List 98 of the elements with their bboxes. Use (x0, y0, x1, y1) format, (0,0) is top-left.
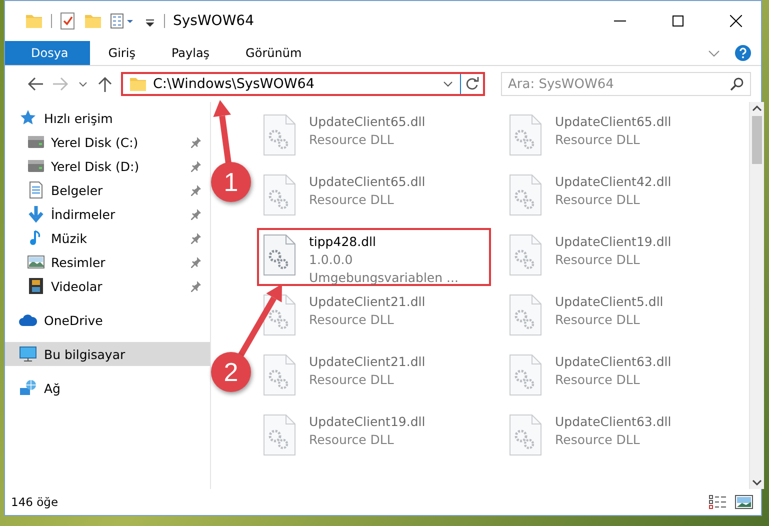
file-item[interactable]: UpdateClient42.dll Resource DLL (503, 168, 737, 226)
document-icon (27, 181, 45, 199)
dll-file-icon (509, 114, 543, 156)
navigation-item[interactable]: İndirmeler (5, 202, 210, 226)
scrollbar-thumb[interactable] (752, 116, 762, 164)
file-name: UpdateClient63.dll (555, 354, 672, 370)
file-item[interactable]: UpdateClient19.dll Resource DLL (257, 408, 491, 466)
file-item[interactable]: UpdateClient19.dll Resource DLL (503, 228, 737, 286)
ribbon-tab[interactable]: Görünüm (228, 41, 320, 65)
file-detail: Resource DLL (309, 432, 395, 448)
navigation-item[interactable]: Belgeler (5, 178, 210, 202)
file-detail: Resource DLL (309, 132, 395, 148)
dll-file-icon (509, 294, 543, 336)
file-name: UpdateClient21.dll (309, 354, 426, 370)
close-icon[interactable] (730, 15, 742, 27)
navigation-item[interactable]: OneDrive (5, 308, 210, 332)
item-count: 146 öğe (11, 495, 58, 509)
video-icon (27, 277, 45, 295)
file-name: UpdateClient65.dll (309, 174, 426, 190)
file-item[interactable]: UpdateClient63.dll Resource DLL (503, 408, 737, 466)
maximize-icon[interactable] (672, 15, 684, 27)
ribbon-tab[interactable]: Dosya (5, 41, 90, 65)
file-name: UpdateClient21.dll (309, 294, 426, 310)
file-name: UpdateClient19.dll (555, 234, 672, 250)
file-detail: 1.0.0.0 (309, 252, 354, 268)
file-name: UpdateClient19.dll (309, 414, 426, 430)
file-item[interactable]: UpdateClient21.dll Resource DLL (257, 348, 491, 406)
pin-icon[interactable] (190, 232, 202, 244)
dll-file-icon (509, 174, 543, 216)
file-item[interactable]: UpdateClient65.dll Resource DLL (257, 108, 491, 166)
file-name: UpdateClient63.dll (555, 414, 672, 430)
navigation-item[interactable]: Yerel Disk (D:) (5, 154, 210, 178)
dll-file-icon (509, 414, 543, 456)
dll-file-icon (263, 414, 297, 456)
search-icon[interactable] (730, 77, 744, 91)
details-view-icon[interactable] (709, 495, 727, 509)
navigation-item[interactable]: Hızlı erişim (5, 106, 210, 130)
properties-icon[interactable] (60, 12, 76, 30)
recent-locations-button[interactable] (77, 80, 89, 88)
file-item[interactable]: tipp428.dll 1.0.0.0 Umgebungsvariablen ... (257, 228, 491, 286)
dll-file-icon (263, 354, 297, 396)
file-name: tipp428.dll (309, 234, 377, 250)
download-icon (27, 205, 45, 223)
dll-file-icon (263, 114, 297, 156)
dll-file-icon (509, 234, 543, 276)
large-icons-view-icon[interactable] (735, 495, 753, 509)
file-detail: Resource DLL (309, 312, 395, 328)
pin-icon[interactable] (190, 208, 202, 220)
file-item[interactable]: UpdateClient21.dll Resource DLL (257, 288, 491, 346)
navigation-item[interactable]: Ağ (5, 376, 210, 400)
file-item[interactable]: UpdateClient65.dll Resource DLL (503, 108, 737, 166)
chevron-down-icon[interactable] (752, 480, 762, 486)
file-detail: Resource DLL (555, 432, 641, 448)
pin-icon[interactable] (190, 256, 202, 268)
file-item[interactable]: UpdateClient5.dll Resource DLL (503, 288, 737, 346)
file-detail: Umgebungsvariablen ... (309, 270, 458, 286)
file-detail: Resource DLL (309, 192, 395, 208)
pin-icon[interactable] (190, 136, 202, 148)
pin-icon[interactable] (190, 280, 202, 292)
dll-file-icon (509, 354, 543, 396)
view-options-icon[interactable] (110, 12, 136, 30)
file-detail: Resource DLL (555, 132, 641, 148)
help-icon[interactable] (735, 45, 751, 61)
navigation-item[interactable]: Resimler (5, 250, 210, 274)
window-title: SysWOW64 (173, 13, 254, 29)
pin-icon[interactable] (190, 160, 202, 172)
ribbon-tab[interactable]: Giriş (90, 41, 154, 65)
ribbon-tab[interactable]: Paylaş (153, 41, 228, 65)
navigation-item[interactable]: Müzik (5, 226, 210, 250)
star-icon (19, 109, 37, 127)
file-name: UpdateClient65.dll (309, 114, 426, 130)
caret-icon[interactable] (79, 82, 87, 86)
file-detail: Resource DLL (555, 372, 641, 388)
dll-file-icon (263, 234, 297, 276)
drive-icon (27, 157, 45, 175)
file-name: UpdateClient5.dll (555, 294, 664, 310)
file-item[interactable]: UpdateClient65.dll Resource DLL (257, 168, 491, 226)
dll-file-icon (263, 174, 297, 216)
file-name: UpdateClient42.dll (555, 174, 672, 190)
computer-icon (19, 345, 37, 363)
file-detail: Resource DLL (555, 192, 641, 208)
chevron-up-icon[interactable] (752, 105, 762, 111)
picture-icon (27, 253, 45, 271)
address-bar[interactable]: C:\Windows\SysWOW64 (121, 72, 485, 96)
file-detail: Resource DLL (309, 372, 395, 388)
folder-icon (129, 75, 147, 93)
navigation-item[interactable]: Videolar (5, 274, 210, 298)
navigation-item[interactable]: Bu bilgisayar (5, 342, 210, 366)
network-icon (19, 379, 37, 397)
dll-file-icon (263, 294, 297, 336)
navigation-item[interactable]: Yerel Disk (C:) (5, 130, 210, 154)
file-detail: Resource DLL (555, 252, 641, 268)
drive-icon (27, 133, 45, 151)
pin-icon[interactable] (190, 184, 202, 196)
file-detail: Resource DLL (555, 312, 641, 328)
search-field[interactable]: Ara: SysWOW64 (501, 72, 751, 96)
file-item[interactable]: UpdateClient63.dll Resource DLL (503, 348, 737, 406)
file-name: UpdateClient65.dll (555, 114, 672, 130)
